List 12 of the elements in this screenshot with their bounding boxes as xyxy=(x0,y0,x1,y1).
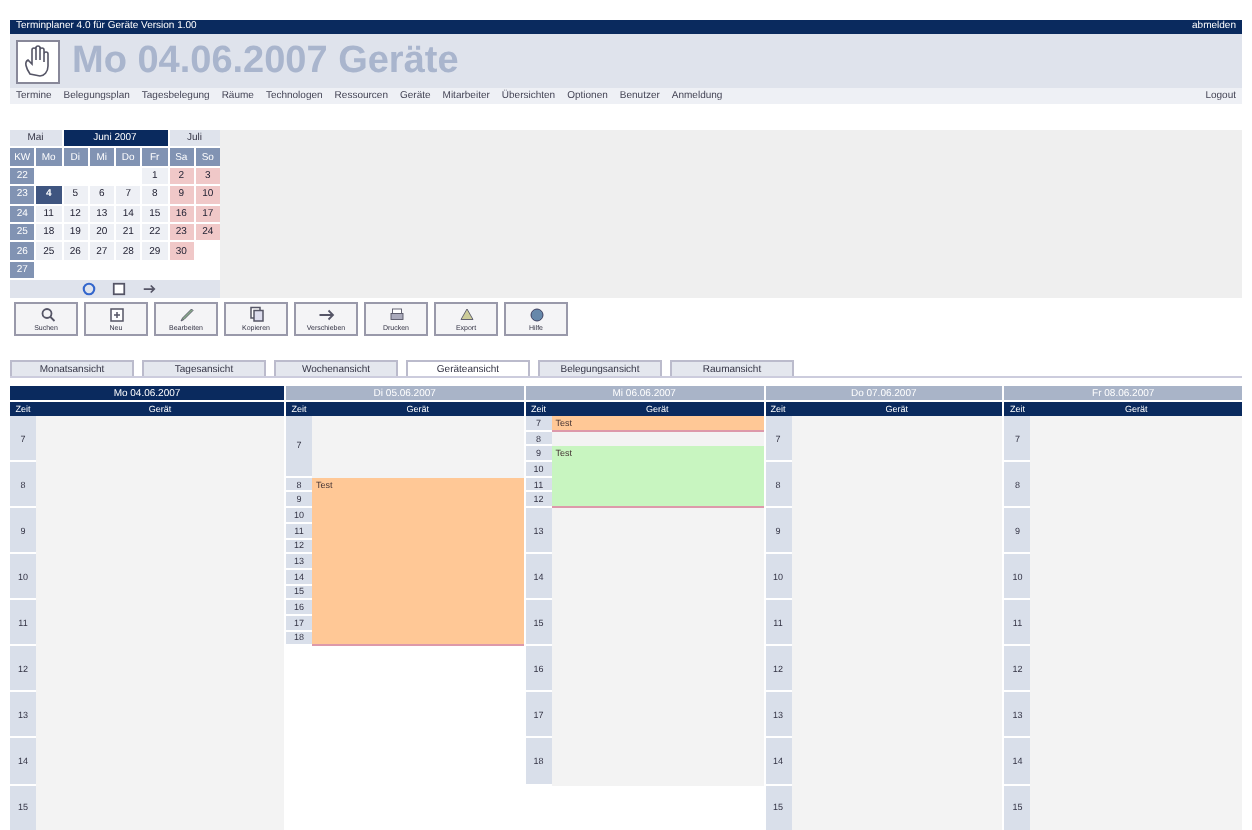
circle-icon xyxy=(527,306,545,324)
pencil-icon xyxy=(177,306,195,324)
arrow-icon[interactable] xyxy=(141,281,155,296)
calendar-icon[interactable] xyxy=(111,281,125,296)
hand-icon xyxy=(16,39,60,83)
triangle-icon xyxy=(457,306,475,324)
refresh-icon[interactable] xyxy=(81,281,95,296)
arrow-icon xyxy=(317,306,335,324)
printer-icon xyxy=(387,306,405,324)
copy-icon xyxy=(247,306,265,324)
search-icon xyxy=(37,306,55,324)
plus-icon xyxy=(107,306,125,324)
